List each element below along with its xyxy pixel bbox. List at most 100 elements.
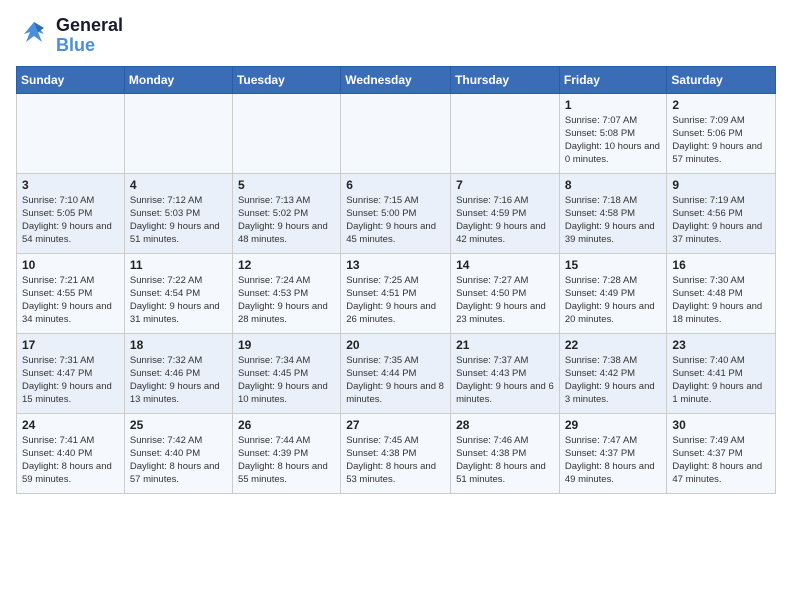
calendar-cell (124, 93, 232, 173)
calendar-cell: 6 Sunrise: 7:15 AM Sunset: 5:00 PM Daylig… (341, 173, 451, 253)
day-info: Sunrise: 7:16 AM Sunset: 4:59 PM Dayligh… (456, 194, 554, 247)
day-info: Sunrise: 7:49 AM Sunset: 4:37 PM Dayligh… (672, 434, 770, 487)
page-header: General Blue (16, 16, 776, 56)
day-info: Sunrise: 7:42 AM Sunset: 4:40 PM Dayligh… (130, 434, 227, 487)
calendar-cell: 25 Sunrise: 7:42 AM Sunset: 4:40 PM Dayli… (124, 413, 232, 493)
day-number: 16 (672, 258, 770, 272)
day-info: Sunrise: 7:24 AM Sunset: 4:53 PM Dayligh… (238, 274, 335, 327)
day-number: 4 (130, 178, 227, 192)
calendar-cell: 17 Sunrise: 7:31 AM Sunset: 4:47 PM Dayli… (17, 333, 125, 413)
day-info: Sunrise: 7:34 AM Sunset: 4:45 PM Dayligh… (238, 354, 335, 407)
day-info: Sunrise: 7:09 AM Sunset: 5:06 PM Dayligh… (672, 114, 770, 167)
calendar-cell (232, 93, 340, 173)
day-number: 29 (565, 418, 662, 432)
calendar-cell: 9 Sunrise: 7:19 AM Sunset: 4:56 PM Daylig… (667, 173, 776, 253)
calendar-body: 1 Sunrise: 7:07 AM Sunset: 5:08 PM Daylig… (17, 93, 776, 493)
calendar-cell: 23Sunrise: 7:40 AM Sunset: 4:41 PM Dayli… (667, 333, 776, 413)
weekday-header: Friday (559, 66, 667, 93)
calendar-cell: 29 Sunrise: 7:47 AM Sunset: 4:37 PM Dayli… (559, 413, 667, 493)
day-info: Sunrise: 7:15 AM Sunset: 5:00 PM Dayligh… (346, 194, 445, 247)
day-info: Sunrise: 7:47 AM Sunset: 4:37 PM Dayligh… (565, 434, 662, 487)
calendar-cell: 26Sunrise: 7:44 AM Sunset: 4:39 PM Dayli… (232, 413, 340, 493)
weekday-header: Tuesday (232, 66, 340, 93)
day-number: 1 (565, 98, 662, 112)
calendar-cell: 15Sunrise: 7:28 AM Sunset: 4:49 PM Dayli… (559, 253, 667, 333)
calendar-cell: 8Sunrise: 7:18 AM Sunset: 4:58 PM Daylig… (559, 173, 667, 253)
calendar-cell: 19 Sunrise: 7:34 AM Sunset: 4:45 PM Dayli… (232, 333, 340, 413)
calendar-cell: 11 Sunrise: 7:22 AM Sunset: 4:54 PM Dayli… (124, 253, 232, 333)
day-info: Sunrise: 7:22 AM Sunset: 4:54 PM Dayligh… (130, 274, 227, 327)
day-number: 10 (22, 258, 119, 272)
calendar-cell: 24Sunrise: 7:41 AM Sunset: 4:40 PM Dayli… (17, 413, 125, 493)
day-number: 6 (346, 178, 445, 192)
calendar-cell (341, 93, 451, 173)
calendar-cell: 21 Sunrise: 7:37 AM Sunset: 4:43 PM Dayli… (451, 333, 560, 413)
calendar-cell: 14Sunrise: 7:27 AM Sunset: 4:50 PM Dayli… (451, 253, 560, 333)
day-number: 15 (565, 258, 662, 272)
calendar-cell: 2Sunrise: 7:09 AM Sunset: 5:06 PM Daylig… (667, 93, 776, 173)
weekday-header: Saturday (667, 66, 776, 93)
calendar-cell: 27 Sunrise: 7:45 AM Sunset: 4:38 PM Dayli… (341, 413, 451, 493)
day-number: 27 (346, 418, 445, 432)
weekday-header: Sunday (17, 66, 125, 93)
logo-icon (16, 18, 52, 54)
day-number: 9 (672, 178, 770, 192)
day-number: 5 (238, 178, 335, 192)
day-number: 12 (238, 258, 335, 272)
day-number: 19 (238, 338, 335, 352)
day-number: 20 (346, 338, 445, 352)
day-number: 17 (22, 338, 119, 352)
calendar-cell: 10 Sunrise: 7:21 AM Sunset: 4:55 PM Dayli… (17, 253, 125, 333)
day-info: Sunrise: 7:37 AM Sunset: 4:43 PM Dayligh… (456, 354, 554, 407)
day-info: Sunrise: 7:10 AM Sunset: 5:05 PM Dayligh… (22, 194, 119, 247)
day-number: 7 (456, 178, 554, 192)
page-container: General Blue SundayMondayTuesdayWednesda… (0, 0, 792, 504)
day-info: Sunrise: 7:31 AM Sunset: 4:47 PM Dayligh… (22, 354, 119, 407)
weekday-header: Wednesday (341, 66, 451, 93)
calendar-cell: 22 Sunrise: 7:38 AM Sunset: 4:42 PM Dayli… (559, 333, 667, 413)
calendar-cell: 16 Sunrise: 7:30 AM Sunset: 4:48 PM Dayli… (667, 253, 776, 333)
calendar-cell: 13 Sunrise: 7:25 AM Sunset: 4:51 PM Dayli… (341, 253, 451, 333)
logo-text: General Blue (56, 16, 123, 56)
day-info: Sunrise: 7:30 AM Sunset: 4:48 PM Dayligh… (672, 274, 770, 327)
day-info: Sunrise: 7:12 AM Sunset: 5:03 PM Dayligh… (130, 194, 227, 247)
weekday-header: Monday (124, 66, 232, 93)
day-info: Sunrise: 7:38 AM Sunset: 4:42 PM Dayligh… (565, 354, 662, 407)
calendar-header: SundayMondayTuesdayWednesdayThursdayFrid… (17, 66, 776, 93)
calendar-cell: 28 Sunrise: 7:46 AM Sunset: 4:38 PM Dayli… (451, 413, 560, 493)
calendar-cell: 5 Sunrise: 7:13 AM Sunset: 5:02 PM Daylig… (232, 173, 340, 253)
day-number: 30 (672, 418, 770, 432)
day-number: 26 (238, 418, 335, 432)
day-number: 28 (456, 418, 554, 432)
day-number: 11 (130, 258, 227, 272)
day-number: 22 (565, 338, 662, 352)
day-number: 13 (346, 258, 445, 272)
day-number: 18 (130, 338, 227, 352)
day-info: Sunrise: 7:46 AM Sunset: 4:38 PM Dayligh… (456, 434, 554, 487)
calendar-cell: 18 Sunrise: 7:32 AM Sunset: 4:46 PM Dayli… (124, 333, 232, 413)
calendar-cell: 7 Sunrise: 7:16 AM Sunset: 4:59 PM Daylig… (451, 173, 560, 253)
calendar-cell: 12 Sunrise: 7:24 AM Sunset: 4:53 PM Dayli… (232, 253, 340, 333)
calendar-cell (17, 93, 125, 173)
day-info: Sunrise: 7:40 AM Sunset: 4:41 PM Dayligh… (672, 354, 770, 407)
day-info: Sunrise: 7:21 AM Sunset: 4:55 PM Dayligh… (22, 274, 119, 327)
day-number: 24 (22, 418, 119, 432)
day-info: Sunrise: 7:32 AM Sunset: 4:46 PM Dayligh… (130, 354, 227, 407)
day-info: Sunrise: 7:35 AM Sunset: 4:44 PM Dayligh… (346, 354, 445, 407)
day-number: 25 (130, 418, 227, 432)
calendar-cell (451, 93, 560, 173)
day-number: 3 (22, 178, 119, 192)
weekday-header: Thursday (451, 66, 560, 93)
calendar-cell: 3 Sunrise: 7:10 AM Sunset: 5:05 PM Daylig… (17, 173, 125, 253)
day-number: 8 (565, 178, 662, 192)
day-info: Sunrise: 7:19 AM Sunset: 4:56 PM Dayligh… (672, 194, 770, 247)
calendar-table: SundayMondayTuesdayWednesdayThursdayFrid… (16, 66, 776, 494)
day-info: Sunrise: 7:13 AM Sunset: 5:02 PM Dayligh… (238, 194, 335, 247)
day-number: 21 (456, 338, 554, 352)
calendar-cell: 1 Sunrise: 7:07 AM Sunset: 5:08 PM Daylig… (559, 93, 667, 173)
day-info: Sunrise: 7:25 AM Sunset: 4:51 PM Dayligh… (346, 274, 445, 327)
day-info: Sunrise: 7:07 AM Sunset: 5:08 PM Dayligh… (565, 114, 662, 167)
day-info: Sunrise: 7:45 AM Sunset: 4:38 PM Dayligh… (346, 434, 445, 487)
day-number: 14 (456, 258, 554, 272)
logo: General Blue (16, 16, 123, 56)
